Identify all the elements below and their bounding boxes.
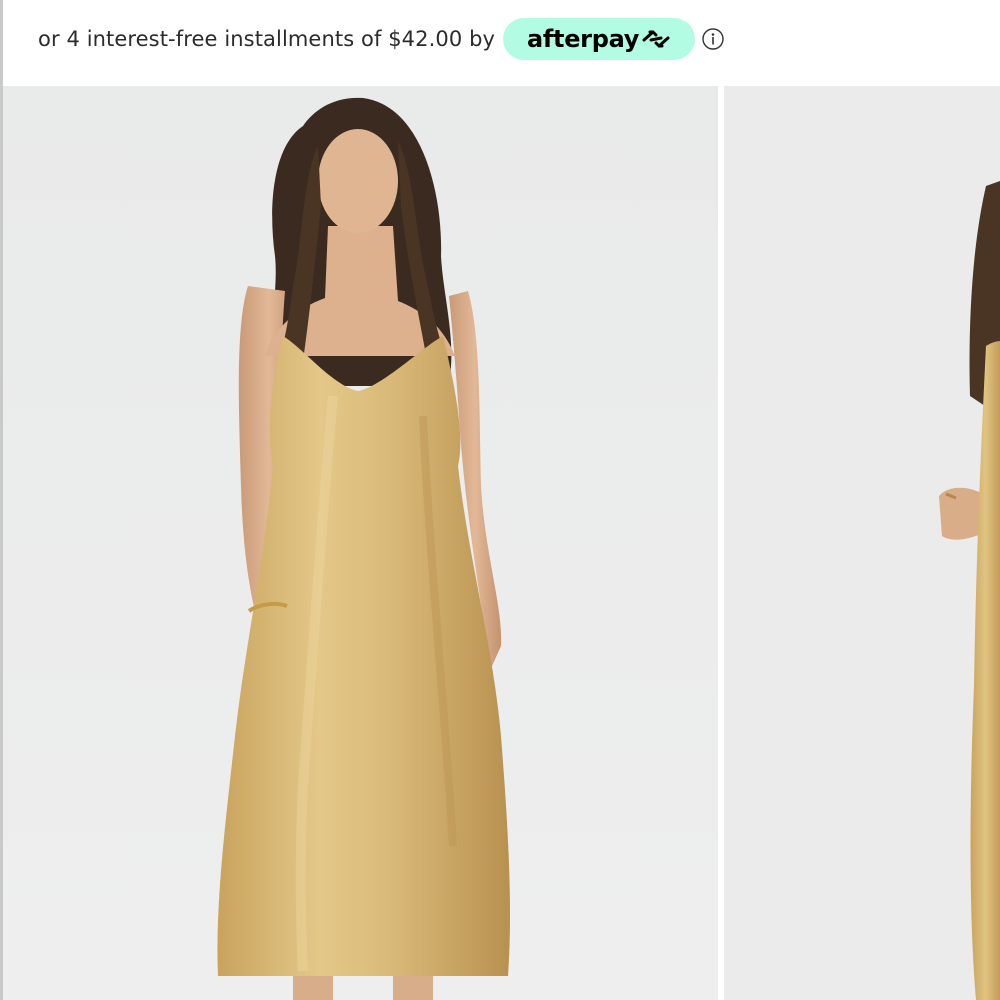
product-photo-side[interactable] <box>724 86 1000 1000</box>
model-side-image <box>724 86 1000 1000</box>
model-front-image <box>3 86 718 1000</box>
afterpay-message: or 4 interest-free installments of $42.0… <box>38 18 724 60</box>
product-photo-front[interactable] <box>3 86 718 1000</box>
product-image-gallery <box>3 86 1000 1000</box>
afterpay-wordmark: afterpay <box>526 25 640 53</box>
afterpay-badge[interactable]: afterpay <box>503 18 696 60</box>
product-page: or 4 interest-free installments of $42.0… <box>0 0 1000 1000</box>
installments-text: or 4 interest-free installments of $42.0… <box>38 27 496 51</box>
afterpay-arrows-icon <box>642 30 670 48</box>
info-circle-icon[interactable] <box>702 28 724 50</box>
